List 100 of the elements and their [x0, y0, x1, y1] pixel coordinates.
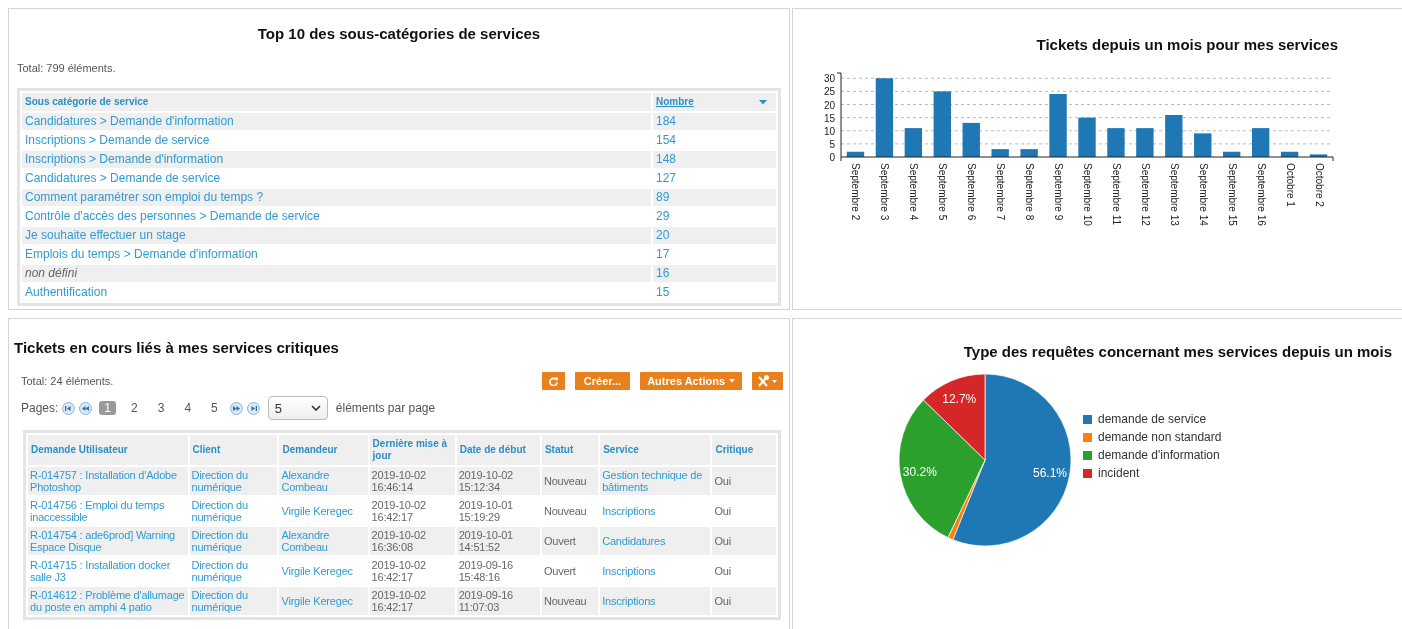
- x-tick-label: Septembre 6: [966, 163, 978, 221]
- x-tick-label: Octobre 1: [1284, 163, 1296, 207]
- count-cell[interactable]: 148: [653, 151, 776, 168]
- bar: [1165, 115, 1183, 157]
- page-link[interactable]: 4: [179, 401, 197, 415]
- table-cell[interactable]: R-014754 : ade6prod] Warning Espace Disque: [28, 527, 188, 555]
- table-cell: 2019-10-02 15:12:34: [456, 467, 540, 495]
- y-tick-label: 5: [829, 138, 835, 150]
- table-cell: Oui: [712, 587, 776, 615]
- bar: [1251, 128, 1270, 157]
- next-page-icon[interactable]: [229, 401, 243, 415]
- column-header[interactable]: Demandeur: [279, 435, 368, 465]
- pages-label: Pages:: [21, 401, 59, 415]
- category-cell[interactable]: Je souhaite effectuer un stage: [22, 227, 651, 244]
- x-tick-label: Septembre 2: [850, 163, 862, 221]
- page-link[interactable]: 1: [99, 401, 117, 415]
- panel-title: Top 10 des sous-catégories de services: [256, 24, 542, 42]
- y-tick-label: 15: [823, 112, 835, 124]
- x-tick-label: Octobre 2: [1313, 163, 1325, 207]
- bar: [1194, 133, 1212, 157]
- chart-title: Type des requêtes concernant mes services depuis un mois: [962, 342, 1393, 360]
- category-cell[interactable]: Comment paramétrer son emploi du temps ?: [22, 189, 651, 206]
- bar: [904, 128, 923, 157]
- table-cell[interactable]: Alexandre Combeau: [279, 527, 368, 555]
- count-cell[interactable]: 184: [653, 113, 776, 130]
- x-tick-label: Septembre 9: [1053, 163, 1065, 221]
- column-header[interactable]: Client: [189, 435, 278, 465]
- y-tick-label: 30: [823, 73, 835, 85]
- table-cell: 2019-10-02 16:42:17: [369, 587, 455, 615]
- count-cell[interactable]: 16: [653, 265, 776, 282]
- table-cell[interactable]: Candidatures: [600, 527, 711, 555]
- page-size-select[interactable]: 5: [267, 396, 328, 420]
- table-cell[interactable]: R-014612 : Problème d'allumage du poste en amphi 4 patio: [28, 587, 188, 615]
- category-cell[interactable]: Inscriptions > Demande d'information: [22, 151, 651, 168]
- bar: [1078, 117, 1096, 157]
- x-tick-label: Septembre 7: [995, 163, 1007, 221]
- column-header[interactable]: Critique: [712, 435, 776, 465]
- bar: [991, 149, 1009, 157]
- table-cell: Oui: [712, 467, 776, 495]
- table-cell[interactable]: Direction du numérique: [189, 527, 278, 555]
- bar: [1020, 149, 1038, 157]
- column-header[interactable]: Service: [600, 435, 711, 465]
- x-tick-label: Septembre 15: [1226, 163, 1238, 226]
- bar: [1280, 151, 1299, 157]
- x-tick-label: Septembre 3: [879, 163, 891, 221]
- first-page-icon[interactable]: [62, 401, 76, 415]
- y-tick-label: 25: [823, 86, 835, 98]
- column-header[interactable]: Date de début: [456, 435, 540, 465]
- category-cell[interactable]: Candidatures > Demande d'information: [22, 113, 651, 130]
- column-header[interactable]: Statut: [541, 435, 599, 465]
- refresh-button[interactable]: [541, 372, 565, 390]
- table-cell: 2019-10-01 14:51:52: [456, 527, 540, 555]
- table-cell: Nouveau: [541, 587, 599, 615]
- table-cell: Oui: [712, 527, 776, 555]
- page-link[interactable]: 3: [152, 401, 170, 415]
- tools-icon: [757, 375, 778, 387]
- table-cell: 2019-10-02 16:36:08: [369, 527, 455, 555]
- table-cell: Ouvert: [541, 527, 599, 555]
- bar: [1136, 128, 1154, 157]
- table-cell[interactable]: R-014757 : Installation d'Adobe Photoshop: [28, 467, 188, 495]
- count-cell[interactable]: 20: [653, 227, 776, 244]
- chart-title: Tickets depuis un mois pour mes services: [1035, 35, 1339, 53]
- x-tick-label: Septembre 16: [1255, 163, 1267, 226]
- table-cell[interactable]: Inscriptions: [600, 587, 711, 615]
- create-button[interactable]: Créer...: [574, 372, 631, 390]
- x-tick-label: Septembre 10: [1082, 163, 1093, 226]
- caret-icon: [729, 379, 735, 383]
- last-page-icon[interactable]: [246, 401, 260, 415]
- sort-caret-icon: [759, 99, 767, 105]
- bar: [962, 122, 980, 157]
- column-header[interactable]: Dernière mise à jour: [369, 435, 455, 465]
- bar: [1049, 94, 1067, 157]
- table-cell: Nouveau: [541, 467, 599, 495]
- x-tick-label: Septembre 5: [937, 163, 949, 221]
- legend-label: demande non standard: [1098, 430, 1222, 444]
- column-header[interactable]: Nombre: [653, 93, 776, 111]
- count-cell[interactable]: 89: [653, 189, 776, 206]
- column-header[interactable]: Demande Utilisateur: [28, 435, 188, 465]
- slice-percent-label: 30.2%: [902, 464, 937, 479]
- table-cell[interactable]: Virgile Keregec: [279, 587, 368, 615]
- table-cell[interactable]: Alexandre Combeau: [279, 467, 368, 495]
- bar: [1309, 154, 1328, 157]
- total-count: Total: 799 éléments.: [17, 61, 117, 76]
- table-cell[interactable]: Direction du numérique: [189, 467, 278, 495]
- tools-button[interactable]: [752, 372, 783, 390]
- more-actions-button[interactable]: Autres Actions: [640, 372, 742, 390]
- legend-label: incident: [1098, 466, 1140, 480]
- bar: [933, 91, 951, 157]
- prev-page-icon[interactable]: [79, 401, 93, 415]
- category-cell: non défini: [22, 265, 651, 282]
- slice-percent-label: 12.7%: [942, 392, 977, 406]
- table-cell[interactable]: Direction du numérique: [189, 587, 278, 615]
- page-link[interactable]: 2: [126, 401, 143, 415]
- x-tick-label: Septembre 11: [1110, 163, 1122, 226]
- x-tick-label: Septembre 4: [908, 163, 920, 221]
- bar: [846, 151, 865, 157]
- page-link[interactable]: 5: [206, 401, 223, 415]
- x-tick-label: Septembre 8: [1024, 163, 1036, 221]
- table-cell[interactable]: Gestion technique de bâtiments: [600, 467, 711, 495]
- table-cell: 2019-10-02 16:46:14: [369, 467, 455, 495]
